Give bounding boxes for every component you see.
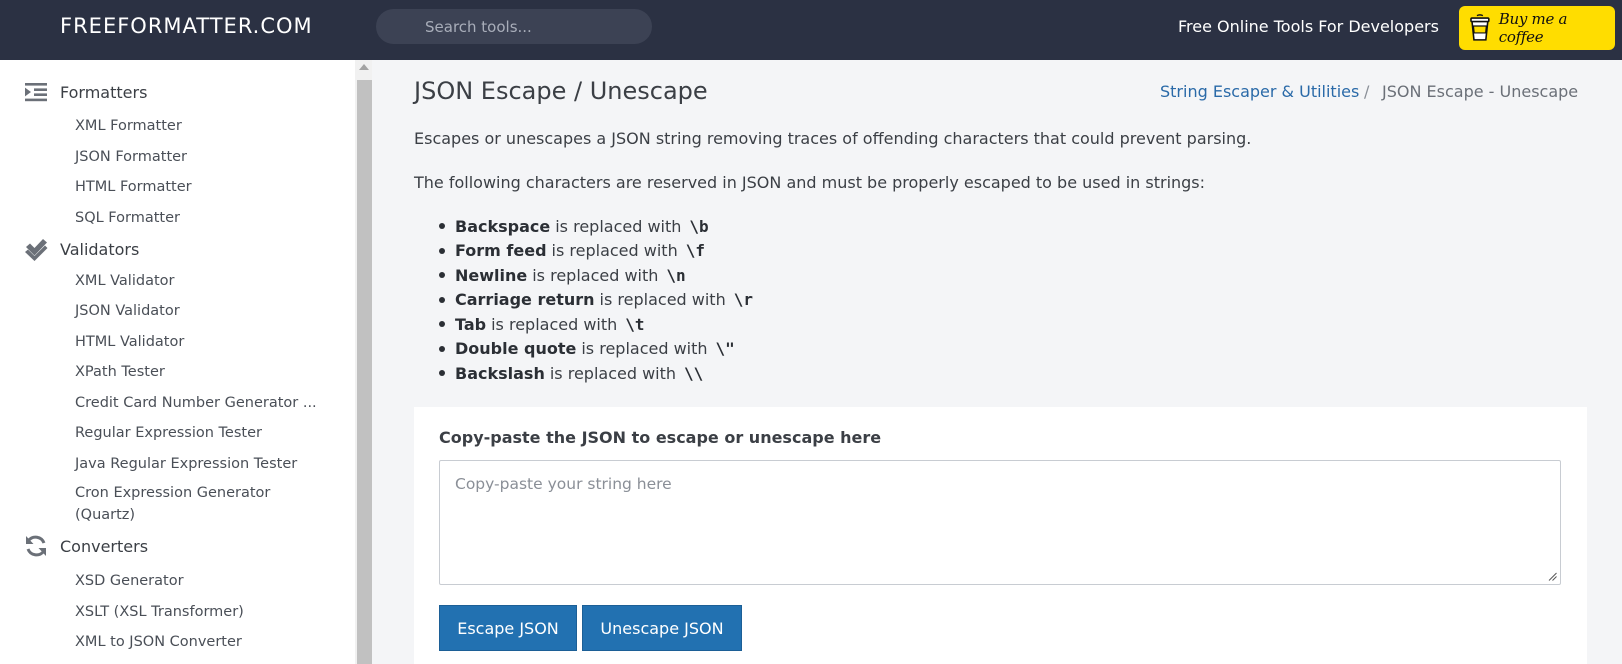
site-tagline: Free Online Tools For Developers	[1178, 17, 1439, 36]
sidebar-section-formatters[interactable]: Formatters	[24, 80, 147, 104]
sidebar-section-label: Converters	[60, 536, 149, 556]
bullet-icon	[439, 345, 445, 352]
json-input-field[interactable]	[440, 461, 1560, 584]
breadcrumb-current: JSON Escape - Unescape	[1382, 82, 1579, 101]
sidebar-item-json-formatter[interactable]: JSON Formatter	[75, 149, 187, 165]
page-title: JSON Escape / Unescape	[414, 77, 708, 105]
input-label: Copy-paste the JSON to escape or unescap…	[439, 428, 882, 447]
reserved-char-name: Form feed	[455, 241, 547, 261]
sidebar-section-validators[interactable]: Validators	[24, 237, 139, 261]
sidebar-scrollbar-thumb[interactable]	[357, 80, 372, 664]
sidebar-item-regex-tester[interactable]: Regular Expression Tester	[75, 425, 262, 441]
reserved-char-text: is replaced with	[551, 241, 678, 261]
reserved-char-text: is replaced with	[555, 216, 682, 236]
list-item: Double quote is replaced with \"	[414, 337, 753, 362]
reserved-char-name: Newline	[455, 265, 528, 285]
buy-me-a-coffee-button[interactable]: Buy me a coffee	[1459, 6, 1615, 50]
sidebar-item-xsd-generator[interactable]: XSD Generator	[75, 573, 184, 589]
indent-icon	[25, 83, 47, 102]
reserved-char-text: is replaced with	[581, 339, 708, 359]
reserved-char-code: \n	[666, 265, 686, 285]
double-check-icon	[25, 239, 48, 261]
coffee-label: Buy me a coffee	[1498, 10, 1568, 46]
sidebar-item-xpath-tester[interactable]: XPath Tester	[75, 364, 165, 380]
bullet-icon	[439, 272, 445, 279]
list-item: Newline is replaced with \n	[414, 263, 753, 288]
list-item: Tab is replaced with \t	[414, 312, 753, 337]
sidebar-item-java-regex-tester[interactable]: Java Regular Expression Tester	[75, 456, 297, 472]
coffee-cup-icon	[1470, 14, 1490, 41]
sidebar-section-converters[interactable]: Converters	[24, 534, 148, 558]
reserved-char-code: \b	[689, 216, 709, 236]
bullet-icon	[439, 370, 445, 377]
escape-json-button[interactable]: Escape JSON	[439, 605, 577, 651]
bullet-icon	[439, 247, 445, 254]
list-item: Carriage return is replaced with \r	[414, 288, 753, 313]
resize-grip-icon[interactable]	[1548, 572, 1557, 581]
reserved-characters-list: Backspace is replaced with \b Form feed is …	[414, 214, 753, 386]
scroll-up-arrow-icon[interactable]	[359, 64, 369, 70]
sidebar-item-credit-card-generator[interactable]: Credit Card Number Generator ...	[75, 395, 317, 411]
reserved-char-code: \"	[715, 339, 735, 359]
unescape-json-button[interactable]: Unescape JSON	[582, 605, 742, 651]
list-item: Form feed is replaced with \f	[414, 239, 753, 264]
reserved-char-name: Backslash	[455, 363, 545, 383]
search-box[interactable]	[376, 9, 652, 44]
bullet-icon	[439, 223, 445, 230]
sidebar-item-cron-generator[interactable]: Cron Expression Generator (Quartz)	[75, 482, 305, 526]
sidebar-item-html-formatter[interactable]: HTML Formatter	[75, 179, 192, 195]
breadcrumb-link[interactable]: String Escaper & Utilities	[1160, 82, 1359, 101]
reserved-char-code: \r	[733, 290, 753, 310]
tool-description: Escapes or unescapes a JSON string remov…	[414, 129, 1252, 148]
search-input[interactable]	[376, 9, 652, 44]
sidebar-item-html-validator[interactable]: HTML Validator	[75, 334, 184, 350]
sidebar-item-xml-to-json[interactable]: XML to JSON Converter	[75, 634, 242, 650]
reserved-char-text: is replaced with	[599, 290, 726, 310]
reserved-char-name: Tab	[455, 314, 487, 334]
top-navbar: FREEFORMATTER.COM Free Online Tools For …	[0, 0, 1622, 60]
reserved-char-code: \\	[684, 363, 704, 383]
reserved-intro: The following characters are reserved in…	[414, 173, 1206, 192]
sidebar-item-xml-validator[interactable]: XML Validator	[75, 273, 174, 289]
sidebar-item-sql-formatter[interactable]: SQL Formatter	[75, 210, 180, 226]
sidebar-item-json-validator[interactable]: JSON Validator	[75, 303, 180, 319]
bullet-icon	[439, 321, 445, 328]
reserved-char-text: is replaced with	[549, 363, 677, 383]
sidebar-section-label: Validators	[60, 239, 140, 259]
list-item: Backspace is replaced with \b	[414, 214, 753, 239]
reserved-char-text: is replaced with	[532, 265, 659, 285]
reserved-char-text: is replaced with	[491, 314, 618, 334]
sidebar-item-xslt-transformer[interactable]: XSLT (XSL Transformer)	[75, 604, 244, 620]
bullet-icon	[439, 296, 445, 303]
json-input-box[interactable]	[439, 460, 1561, 585]
reserved-char-name: Carriage return	[455, 290, 595, 310]
reserved-char-code: \t	[625, 314, 645, 334]
breadcrumb-separator: /	[1364, 82, 1370, 101]
reserved-char-code: \f	[685, 241, 705, 261]
list-item: Backslash is replaced with \\	[414, 361, 753, 386]
refresh-icon	[26, 535, 46, 557]
reserved-char-name: Double quote	[455, 339, 577, 359]
site-logo[interactable]: FREEFORMATTER.COM	[60, 14, 313, 38]
sidebar-item-xml-formatter[interactable]: XML Formatter	[75, 118, 182, 134]
reserved-char-name: Backspace	[455, 216, 551, 236]
sidebar-section-label: Formatters	[60, 82, 148, 102]
